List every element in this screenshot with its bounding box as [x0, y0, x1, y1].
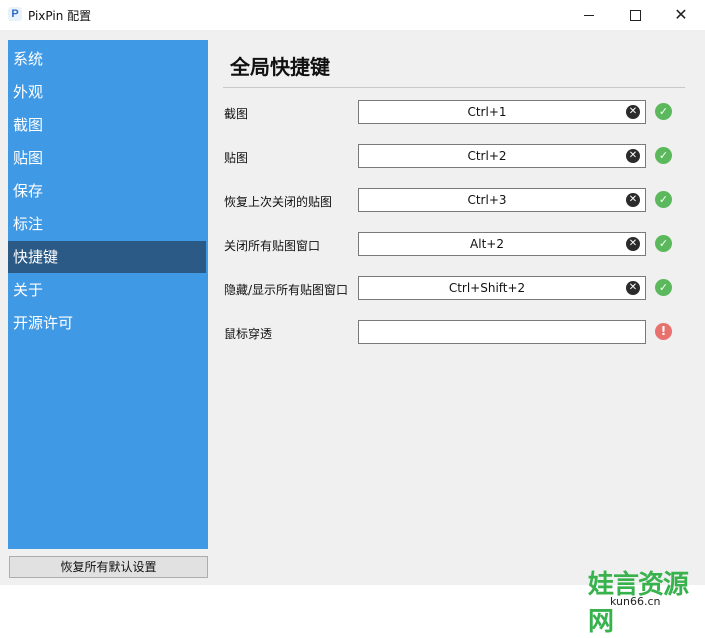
- shortcut-row-close-all-pins: 关闭所有贴图窗口 Alt+2 ✕ ✓: [215, 232, 693, 258]
- check-circle-icon: ✓: [655, 279, 672, 296]
- check-circle-icon: ✓: [655, 235, 672, 252]
- sidebar-item-save[interactable]: 保存: [8, 175, 206, 207]
- pixpin-app-icon: P: [8, 7, 22, 21]
- sidebar-item-screenshot[interactable]: 截图: [8, 109, 206, 141]
- clear-icon[interactable]: ✕: [626, 149, 640, 163]
- settings-window-body: 系统 外观 截图 贴图 保存 标注 快捷键 关于 开源许可 恢复所有默认设置 全…: [0, 30, 705, 637]
- shortcut-label: 鼠标穿透: [224, 327, 273, 341]
- shortcut-label: 截图: [224, 107, 249, 121]
- shortcut-row-restore-last-pin: 恢复上次关闭的贴图 Ctrl+3 ✕ ✓: [215, 188, 693, 214]
- shortcut-input[interactable]: Ctrl+Shift+2 ✕: [358, 276, 646, 300]
- maximize-icon: [629, 9, 641, 21]
- shortcut-input[interactable]: Ctrl+3 ✕: [358, 188, 646, 212]
- title-divider: [223, 87, 685, 88]
- sidebar-item-system[interactable]: 系统: [8, 43, 206, 75]
- title-bar: P PixPin 配置 ✕: [0, 0, 705, 30]
- shortcut-input[interactable]: Alt+2 ✕: [358, 232, 646, 256]
- sidebar-item-open-source-licenses[interactable]: 开源许可: [8, 307, 206, 339]
- shortcut-row-pin: 贴图 Ctrl+2 ✕ ✓: [215, 144, 693, 170]
- shortcut-value: Ctrl+1: [467, 105, 507, 119]
- watermark-domain: kun66.cn: [610, 595, 661, 608]
- shortcut-label: 恢复上次关闭的贴图: [224, 195, 333, 209]
- shortcut-value: Ctrl+2: [467, 149, 507, 163]
- shortcut-label: 关闭所有贴图窗口: [224, 239, 321, 253]
- maximize-button[interactable]: [612, 0, 658, 30]
- shortcut-row-screenshot: 截图 Ctrl+1 ✕ ✓: [215, 100, 693, 126]
- shortcut-input[interactable]: [358, 320, 646, 344]
- clear-icon[interactable]: ✕: [626, 237, 640, 251]
- check-circle-icon: ✓: [655, 103, 672, 120]
- page-title: 全局快捷键: [230, 55, 330, 79]
- shortcut-value: Ctrl+Shift+2: [448, 281, 526, 295]
- close-icon: ✕: [674, 5, 688, 24]
- site-watermark: 娃言资源网 kun66.cn: [548, 562, 698, 637]
- minimize-icon: [584, 14, 594, 16]
- clear-icon[interactable]: ✕: [626, 105, 640, 119]
- shortcut-value: Alt+2: [470, 237, 504, 251]
- sidebar-item-pin[interactable]: 贴图: [8, 142, 206, 174]
- clear-icon[interactable]: ✕: [626, 281, 640, 295]
- minimize-button[interactable]: [566, 0, 612, 30]
- settings-sidebar: 系统 外观 截图 贴图 保存 标注 快捷键 关于 开源许可: [8, 40, 208, 549]
- sidebar-item-appearance[interactable]: 外观: [8, 76, 206, 108]
- window-title: PixPin 配置: [28, 9, 92, 23]
- sidebar-item-shortcuts[interactable]: 快捷键: [8, 241, 206, 273]
- shortcuts-panel: 全局快捷键 截图 Ctrl+1 ✕ ✓ 贴图 Ctrl+2 ✕ ✓ 恢复上次关闭…: [215, 40, 693, 580]
- shortcut-label: 贴图: [224, 151, 249, 165]
- shortcut-value: [359, 321, 615, 343]
- shortcut-input[interactable]: Ctrl+1 ✕: [358, 100, 646, 124]
- sidebar-item-annotation[interactable]: 标注: [8, 208, 206, 240]
- check-circle-icon: ✓: [655, 147, 672, 164]
- shortcut-row-mouse-passthrough: 鼠标穿透 !: [215, 320, 693, 346]
- restore-defaults-button[interactable]: 恢复所有默认设置: [9, 556, 208, 578]
- shortcut-value: Ctrl+3: [467, 193, 507, 207]
- shortcut-row-toggle-all-pins: 隐藏/显示所有贴图窗口 Ctrl+Shift+2 ✕ ✓: [215, 276, 693, 302]
- shortcut-input[interactable]: Ctrl+2 ✕: [358, 144, 646, 168]
- clear-icon[interactable]: ✕: [626, 193, 640, 207]
- error-circle-icon: !: [655, 323, 672, 340]
- shortcut-label: 隐藏/显示所有贴图窗口: [224, 283, 349, 297]
- close-button[interactable]: ✕: [658, 0, 704, 30]
- check-circle-icon: ✓: [655, 191, 672, 208]
- sidebar-item-about[interactable]: 关于: [8, 274, 206, 306]
